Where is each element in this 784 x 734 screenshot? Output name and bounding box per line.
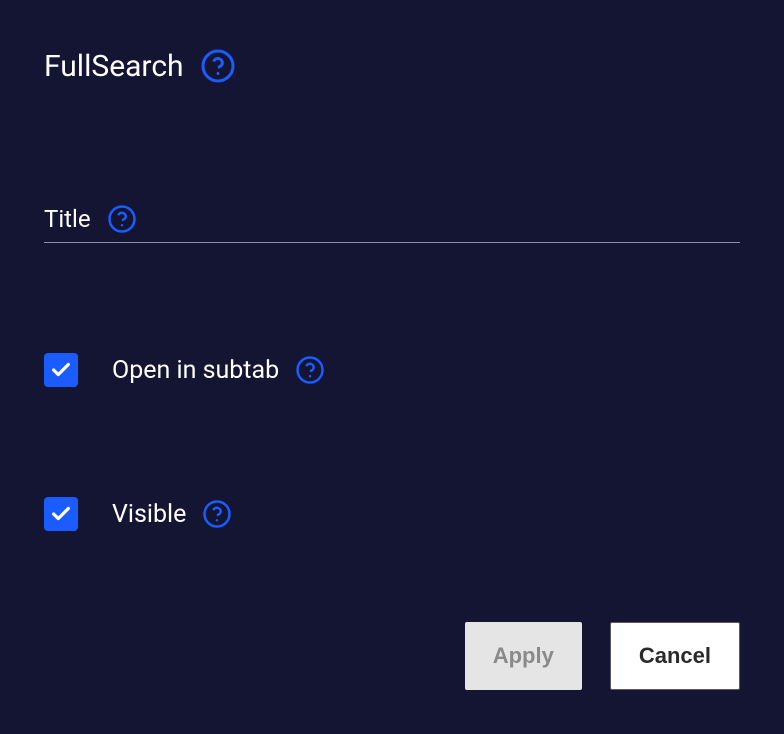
visible-row: Visible — [44, 497, 740, 531]
help-icon[interactable] — [200, 48, 236, 84]
open-in-subtab-label: Open in subtab — [112, 356, 279, 385]
help-icon[interactable] — [107, 204, 137, 234]
help-icon[interactable] — [295, 355, 325, 385]
open-in-subtab-checkbox[interactable] — [44, 353, 78, 387]
visible-checkbox[interactable] — [44, 497, 78, 531]
visible-label: Visible — [112, 500, 186, 529]
help-icon[interactable] — [202, 499, 232, 529]
header-row: FullSearch — [44, 48, 740, 84]
open-in-subtab-row: Open in subtab — [44, 353, 740, 387]
title-label: Title — [44, 205, 91, 233]
page-title: FullSearch — [44, 49, 184, 84]
title-field-row[interactable]: Title — [44, 204, 740, 243]
button-row: Apply Cancel — [465, 622, 740, 690]
cancel-button[interactable]: Cancel — [610, 622, 740, 690]
apply-button[interactable]: Apply — [465, 622, 582, 690]
